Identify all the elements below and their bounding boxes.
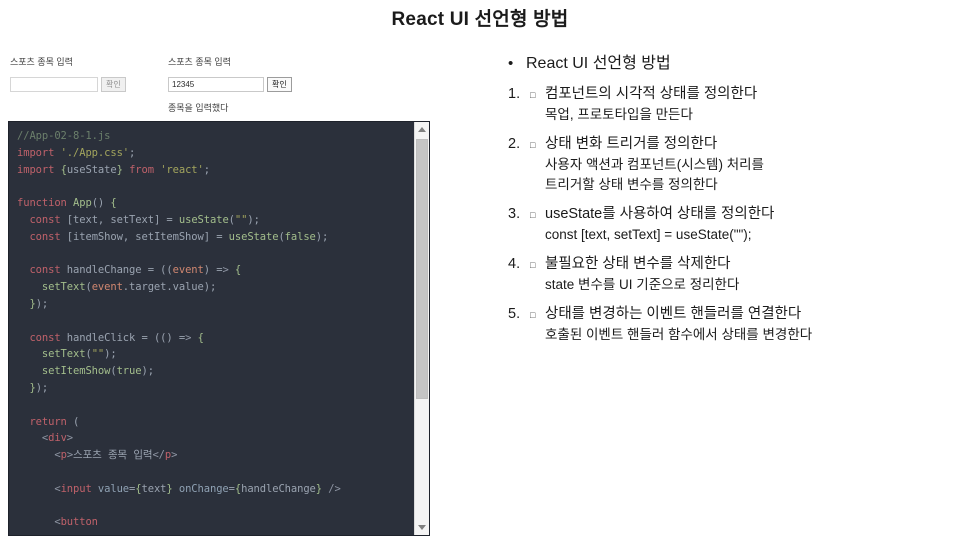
demo-before-row: 확인 — [10, 76, 160, 92]
outline-item-number: 4. — [508, 256, 521, 272]
demo-after-message: 종목을 입력했다 — [168, 102, 229, 113]
outline-item: 2. □ 상태 변화 트리거를 정의한다사용자 액션과 컴포넌트(시스템) 처리를트… — [508, 134, 958, 195]
demo-before-confirm-button[interactable]: 확인 — [101, 76, 126, 92]
bullet-dot-icon: • — [508, 55, 514, 72]
code-editor-scrollbar[interactable] — [414, 122, 429, 535]
page-title: React UI 선언형 방법 — [391, 9, 569, 30]
checkbox-icon: □ — [530, 260, 536, 270]
demo-after-row: 확인 — [168, 76, 328, 92]
demo-before-label: 스포츠 종목 입력 — [10, 57, 73, 67]
demo-form-before: 스포츠 종목 입력 확인 — [10, 57, 160, 92]
outline-item: 5. □ 상태를 변경하는 이벤트 핸들러를 연결한다호출된 이벤트 핸들러 함수에… — [508, 304, 958, 345]
outline-item-line: 사용자 액션과 컴포넌트(시스템) 처리를 — [545, 157, 764, 172]
outline-item-body: 상태를 변경하는 이벤트 핸들러를 연결한다호출된 이벤트 핸들러 함수에서 상… — [545, 304, 958, 345]
checkbox-icon: □ — [530, 310, 536, 320]
outline-item: 3. □ useState를 사용하여 상태를 정의한다 const [text, s… — [508, 204, 958, 245]
checkbox-icon: □ — [530, 140, 536, 150]
slide-canvas: React UI 선언형 방법 스포츠 종목 입력 확인 스포츠 종목 입력 확… — [0, 0, 960, 538]
demo-after-label: 스포츠 종목 입력 — [168, 57, 231, 67]
code-editor-viewport[interactable]: //App-02-8-1.js import './App.css'; impo… — [9, 122, 414, 535]
outline-item: 4. □ 불필요한 상태 변수를 삭제한다 state 변수를 UI 기준으로 정리한… — [508, 254, 958, 295]
demo-after-confirm-button[interactable]: 확인 — [267, 76, 292, 92]
code-editor-panel[interactable]: //App-02-8-1.js import './App.css'; impo… — [8, 121, 430, 536]
demo-form-after: 스포츠 종목 입력 확인 종목을 입력했다 — [168, 57, 328, 114]
outline-item-line: 컴포넌트의 시각적 상태를 정의한다 — [545, 86, 758, 102]
outline-list: • React UI 선언형 방법 1. □ 컴포넌트의 시각적 상태를 정의한다목… — [508, 52, 958, 354]
outline-item-body: useState를 사용하여 상태를 정의한다 const [text, setT… — [545, 204, 958, 245]
outline-item-number: 2. — [508, 136, 521, 152]
outline-heading-row: • React UI 선언형 방법 — [508, 52, 958, 75]
code-editor-text: //App-02-8-1.js import './App.css'; impo… — [17, 130, 341, 529]
outline-item-number: 3. — [508, 206, 521, 222]
scrollbar-thumb[interactable] — [416, 139, 428, 399]
outline-item-line: state 변수를 UI 기준으로 정리한다 — [545, 277, 740, 292]
outline-item-line: 상태를 변경하는 이벤트 핸들러를 연결한다 — [545, 306, 802, 322]
outline-item-body: 상태 변화 트리거를 정의한다사용자 액션과 컴포넌트(시스템) 처리를트리거할… — [545, 134, 958, 195]
outline-item-line: 트리거할 상태 변수를 정의한다 — [545, 177, 718, 192]
outline-item-line: useState를 사용하여 상태를 정의한다 — [545, 206, 775, 222]
demo-before-input[interactable] — [10, 76, 98, 92]
outline-item-body: 컴포넌트의 시각적 상태를 정의한다목업, 프로토타입을 만든다 — [545, 84, 958, 125]
outline-item-line: 상태 변화 트리거를 정의한다 — [545, 136, 718, 152]
outline-heading-text: React UI 선언형 방법 — [526, 55, 671, 72]
outline-item-line: 불필요한 상태 변수를 삭제한다 — [545, 256, 731, 272]
checkbox-icon: □ — [530, 90, 536, 100]
scroll-up-arrow-icon[interactable] — [415, 122, 429, 137]
demo-after-input[interactable] — [168, 76, 264, 92]
outline-item-line: 목업, 프로토타입을 만든다 — [545, 107, 693, 122]
outline-item-body: 불필요한 상태 변수를 삭제한다 state 변수를 UI 기준으로 정리한다 — [545, 254, 958, 295]
scroll-down-arrow-icon[interactable] — [415, 520, 429, 535]
checkbox-icon: □ — [530, 210, 536, 220]
outline-items-container: 1. □ 컴포넌트의 시각적 상태를 정의한다목업, 프로토타입을 만든다 2. □ 상태… — [508, 84, 958, 345]
outline-item-number: 5. — [508, 306, 521, 322]
outline-item: 1. □ 컴포넌트의 시각적 상태를 정의한다목업, 프로토타입을 만든다 — [508, 84, 958, 125]
outline-item-line: const [text, setText] = useState(""); — [545, 227, 752, 242]
outline-item-line: 호출된 이벤트 핸들러 함수에서 상태를 변경한다 — [545, 327, 813, 342]
outline-item-number: 1. — [508, 86, 521, 102]
